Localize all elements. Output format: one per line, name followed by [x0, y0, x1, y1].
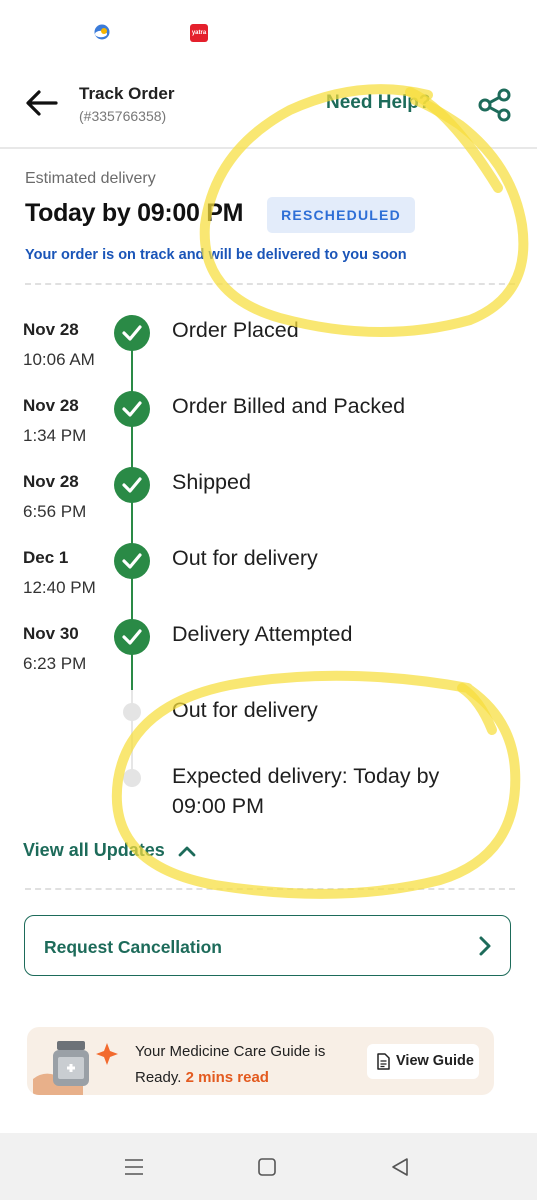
view-guide-button[interactable]: View Guide	[367, 1044, 479, 1079]
check-icon	[114, 543, 150, 579]
pending-dot-icon	[123, 769, 141, 787]
timeline-time: 12:40 PM	[23, 578, 96, 597]
home-icon[interactable]	[258, 1158, 276, 1176]
share-icon[interactable]	[476, 86, 514, 124]
timeline-time: 10:06 AM	[23, 350, 95, 369]
divider	[25, 283, 515, 285]
timeline-date: Nov 28	[23, 320, 79, 339]
page-title: Track Order	[79, 84, 175, 103]
on-track-message: Your order is on track and will be deliv…	[25, 247, 407, 263]
timeline-date: Nov 28	[23, 472, 79, 491]
timeline-status: Shipped	[172, 470, 251, 494]
app-header: Track Order (#335766358) Need Help?	[0, 60, 537, 149]
timeline-date: Nov 28	[23, 396, 79, 415]
pending-dot-icon	[123, 703, 141, 721]
guide-text: Your Medicine Care Guide is Ready. 2 min…	[135, 1039, 325, 1091]
check-icon	[114, 391, 150, 427]
view-all-updates-link[interactable]: View all Updates	[23, 840, 165, 861]
guide-ready-text: Ready.	[135, 1069, 182, 1086]
status-badge: RESCHEDULED	[267, 197, 415, 233]
status-bar: yatra	[0, 0, 537, 60]
nav-back-icon[interactable]	[390, 1157, 410, 1177]
timeline-status: Order Billed and Packed	[172, 394, 406, 418]
timeline-time: 1:34 PM	[23, 426, 87, 445]
timeline-status: Expected delivery: Today by	[172, 764, 440, 788]
check-icon	[114, 315, 150, 351]
guide-line1: Your Medicine Care Guide is	[135, 1043, 326, 1060]
timeline-time: 6:56 PM	[23, 502, 87, 521]
request-cancellation-label: Request Cancellation	[44, 937, 222, 957]
check-icon	[114, 467, 150, 503]
chevron-right-icon	[479, 936, 491, 956]
request-cancellation-button[interactable]: Request Cancellation	[24, 915, 511, 976]
divider	[25, 888, 515, 890]
chevron-up-icon[interactable]	[178, 844, 196, 858]
yatra-app-icon: yatra	[190, 24, 208, 42]
view-guide-label: View Guide	[396, 1053, 474, 1069]
recent-apps-icon[interactable]	[124, 1158, 144, 1176]
timeline-date: Nov 30	[23, 624, 79, 643]
document-icon	[377, 1053, 390, 1070]
system-nav-bar	[0, 1133, 537, 1200]
timeline-status: 09:00 PM	[172, 794, 265, 818]
weather-cloud-icon	[94, 24, 110, 40]
timeline-status: Delivery Attempted	[172, 622, 353, 646]
check-icon	[114, 619, 150, 655]
estimated-delivery-time: Today by 09:00 PM	[25, 199, 244, 227]
back-arrow-icon[interactable]	[24, 88, 60, 118]
timeline-status: Order Placed	[172, 318, 299, 342]
need-help-link[interactable]: Need Help?	[326, 92, 431, 114]
timeline-date: Dec 1	[23, 548, 69, 567]
timeline-time: 6:23 PM	[23, 654, 87, 673]
guide-line2: Ready. 2 mins read	[135, 1065, 325, 1091]
timeline-status: Out for delivery	[172, 546, 318, 570]
timeline-status: Out for delivery	[172, 698, 318, 722]
medicine-bottle-icon	[33, 1041, 118, 1095]
estimated-delivery-label: Estimated delivery	[25, 170, 156, 187]
medicine-care-guide-banner: Your Medicine Care Guide is Ready. 2 min…	[27, 1027, 494, 1095]
order-id: (#335766358)	[79, 108, 167, 124]
guide-read-time: 2 mins read	[185, 1069, 269, 1086]
